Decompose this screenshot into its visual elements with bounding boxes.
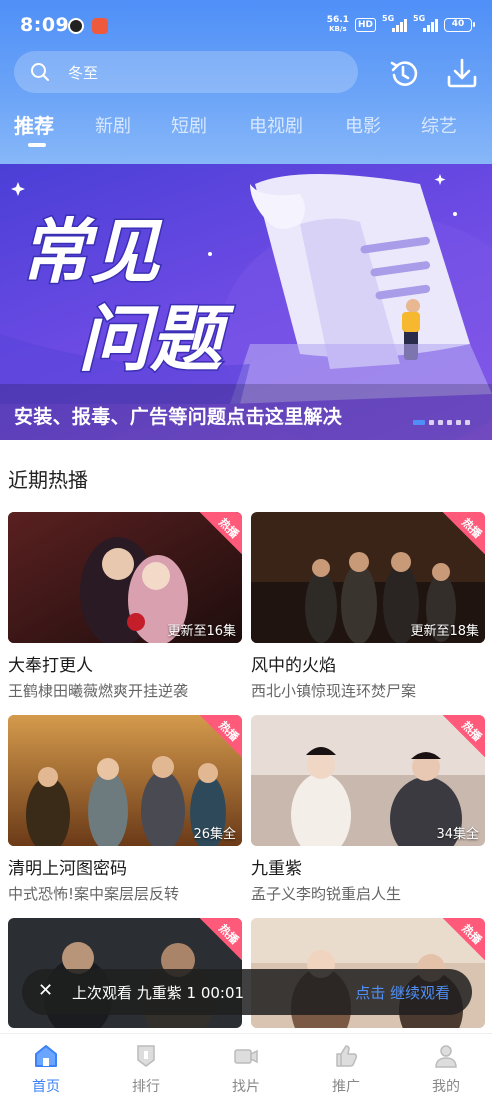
episode-count: 26集全 [193, 827, 236, 842]
episode-count: 34集全 [436, 827, 479, 842]
tab-new-drama[interactable]: 新剧 [95, 112, 131, 138]
nav-ranking[interactable]: 排行 [111, 1042, 181, 1096]
drama-card[interactable]: 热播 更新至16集 大奉打更人 王鹤棣田曦薇燃爽开挂逆袭 [8, 512, 242, 701]
card-title: 大奉打更人 [8, 656, 93, 676]
status-time: 8:09 [20, 14, 70, 36]
continue-watching-button[interactable]: 点击 继续观看 [355, 982, 450, 1003]
card-title: 九重紫 [251, 859, 302, 879]
video-camera-icon [234, 1049, 258, 1064]
hot-badge: 热播 [200, 512, 242, 554]
nav-promote[interactable]: 推广 [311, 1042, 381, 1096]
banner-carousel[interactable]: 常见 问题 安装、报毒、广告等问题点击这里解决 [0, 164, 492, 440]
episode-count: 更新至16集 [167, 624, 236, 639]
tab-recommend[interactable]: 推荐 [14, 110, 54, 139]
card-subtitle: 孟子义李昀锐重启人生 [251, 885, 402, 903]
download-icon[interactable] [444, 55, 480, 91]
card-subtitle: 王鹤棣田曦薇燃爽开挂逆袭 [8, 682, 189, 700]
hot-badge: 热播 [200, 918, 242, 960]
bottom-nav: 首页 排行 找片 推广 我的 [0, 1033, 492, 1103]
banner-caption: 安装、报毒、广告等问题点击这里解决 [14, 406, 343, 428]
banner-headline-1: 常见 [20, 211, 163, 293]
hot-badge: 热播 [200, 715, 242, 757]
nav-home[interactable]: 首页 [11, 1042, 81, 1096]
tab-short-drama[interactable]: 短剧 [171, 112, 207, 138]
section-title: 近期热播 [8, 468, 88, 492]
history-icon[interactable] [386, 55, 422, 91]
tab-variety[interactable]: 综艺 [421, 112, 457, 138]
drama-poster: 热播 26集全 [8, 715, 242, 846]
ranking-icon [137, 1045, 155, 1067]
nav-profile[interactable]: 我的 [411, 1042, 481, 1096]
last-watched-text: 上次观看 九重紫 1 00:01 [72, 984, 245, 1002]
card-subtitle: 中式恐怖!案中案层层反转 [8, 885, 180, 903]
card-title: 清明上河图密码 [8, 859, 127, 879]
notification-app-icon-2 [92, 18, 108, 34]
continue-watching-bar[interactable]: ✕ 上次观看 九重紫 1 00:01 点击 继续观看 [22, 969, 472, 1015]
tab-indicator [28, 143, 46, 147]
banner-headline-2: 问题 [78, 297, 235, 381]
carousel-indicator [413, 420, 470, 425]
signal-icon-2: 5G [413, 14, 438, 32]
hd-badge: HD [354, 18, 376, 32]
signal-icon: 5G [382, 14, 407, 32]
category-tabs: 推荐 新剧 短剧 电视剧 电影 综艺 [0, 112, 492, 152]
drama-card[interactable]: 热播 34集全 九重紫 孟子义李昀锐重启人生 [251, 715, 485, 904]
card-subtitle: 西北小镇惊现连环焚尸案 [251, 682, 417, 700]
battery-icon: 40 [444, 18, 475, 32]
home-icon [35, 1045, 57, 1067]
drama-poster: 热播 更新至18集 [251, 512, 485, 643]
search-icon [31, 63, 49, 81]
banner-artwork: 常见 问题 [0, 174, 492, 440]
card-title: 风中的火焰 [251, 656, 336, 676]
search-bar[interactable]: 冬至 [14, 51, 358, 93]
net-speed: 56.1 KB/s [326, 15, 349, 34]
notification-app-icon [68, 18, 84, 34]
thumbs-up-icon [336, 1045, 358, 1067]
tab-movies[interactable]: 电影 [345, 112, 381, 138]
hot-badge: 热播 [443, 512, 485, 554]
user-icon [435, 1045, 457, 1068]
drama-poster: 热播 34集全 [251, 715, 485, 846]
search-input[interactable]: 冬至 [68, 62, 98, 83]
hot-badge: 热播 [443, 715, 485, 757]
hot-badge: 热播 [443, 918, 485, 960]
drama-poster: 热播 更新至16集 [8, 512, 242, 643]
nav-find[interactable]: 找片 [211, 1042, 281, 1096]
drama-card[interactable]: 热播 更新至18集 风中的火焰 西北小镇惊现连环焚尸案 [251, 512, 485, 701]
episode-count: 更新至18集 [410, 624, 479, 639]
close-icon[interactable]: ✕ [38, 980, 53, 1001]
tab-tv-series[interactable]: 电视剧 [249, 112, 303, 138]
drama-card[interactable]: 热播 26集全 清明上河图密码 中式恐怖!案中案层层反转 [8, 715, 242, 904]
status-bar: 8:09 56.1 KB/s HD 5G 5G 40 [0, 0, 492, 48]
